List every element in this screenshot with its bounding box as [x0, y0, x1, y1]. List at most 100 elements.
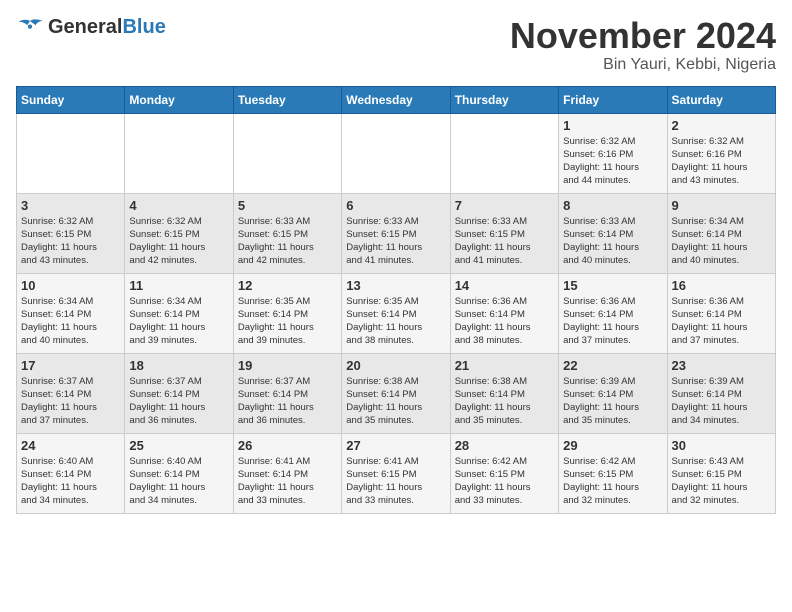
day-info: Sunrise: 6:33 AM Sunset: 6:14 PM Dayligh…	[563, 215, 662, 268]
calendar-cell: 6Sunrise: 6:33 AM Sunset: 6:15 PM Daylig…	[342, 193, 450, 273]
header-tuesday: Tuesday	[233, 86, 341, 113]
header-saturday: Saturday	[667, 86, 775, 113]
day-number: 9	[672, 198, 771, 213]
page-header: GeneralBlue November 2024 Bin Yauri, Keb…	[16, 16, 776, 74]
day-info: Sunrise: 6:32 AM Sunset: 6:16 PM Dayligh…	[672, 135, 771, 188]
day-info: Sunrise: 6:42 AM Sunset: 6:15 PM Dayligh…	[455, 455, 554, 508]
day-info: Sunrise: 6:38 AM Sunset: 6:14 PM Dayligh…	[346, 375, 445, 428]
day-number: 3	[21, 198, 120, 213]
calendar-cell: 12 Sunrise: 6:35 AM Sunset: 6:14 PM Dayli…	[233, 273, 341, 353]
day-number: 7	[455, 198, 554, 213]
day-info: Sunrise: 6:32 AM Sunset: 6:15 PM Dayligh…	[21, 215, 120, 268]
calendar-cell	[450, 113, 558, 193]
day-info: Sunrise: 6:37 AM Sunset: 6:14 PM Dayligh…	[21, 375, 120, 428]
calendar-cell: 14 Sunrise: 6:36 AM Sunset: 6:14 PM Dayli…	[450, 273, 558, 353]
calendar-cell	[125, 113, 233, 193]
day-number: 29	[563, 438, 662, 453]
calendar-cell: 10 Sunrise: 6:34 AM Sunset: 6:14 PM Dayli…	[17, 273, 125, 353]
calendar-cell: 23 Sunrise: 6:39 AM Sunset: 6:14 PM Dayli…	[667, 353, 775, 433]
logo-general: General	[48, 16, 122, 38]
page-subtitle: Bin Yauri, Kebbi, Nigeria	[510, 56, 776, 74]
calendar-cell: 16 Sunrise: 6:36 AM Sunset: 6:14 PM Dayli…	[667, 273, 775, 353]
day-number: 28	[455, 438, 554, 453]
day-number: 6	[346, 198, 445, 213]
day-info: Sunrise: 6:33 AM Sunset: 6:15 PM Dayligh…	[455, 215, 554, 268]
day-number: 21	[455, 358, 554, 373]
page-title: November 2024	[510, 16, 776, 56]
day-info: Sunrise: 6:40 AM Sunset: 6:14 PM Dayligh…	[21, 455, 120, 508]
day-info: Sunrise: 6:41 AM Sunset: 6:14 PM Dayligh…	[238, 455, 337, 508]
day-number: 10	[21, 278, 120, 293]
day-number: 17	[21, 358, 120, 373]
day-info: Sunrise: 6:35 AM Sunset: 6:14 PM Dayligh…	[346, 295, 445, 348]
calendar-cell: 28 Sunrise: 6:42 AM Sunset: 6:15 PM Dayli…	[450, 433, 558, 513]
day-info: Sunrise: 6:36 AM Sunset: 6:14 PM Dayligh…	[455, 295, 554, 348]
calendar-cell: 18 Sunrise: 6:37 AM Sunset: 6:14 PM Dayli…	[125, 353, 233, 433]
header-sunday: Sunday	[17, 86, 125, 113]
calendar-cell: 5 Sunrise: 6:33 AM Sunset: 6:15 PM Daylig…	[233, 193, 341, 273]
day-number: 4	[129, 198, 228, 213]
day-number: 22	[563, 358, 662, 373]
calendar-cell: 1Sunrise: 6:32 AM Sunset: 6:16 PM Daylig…	[559, 113, 667, 193]
day-info: Sunrise: 6:42 AM Sunset: 6:15 PM Dayligh…	[563, 455, 662, 508]
calendar-cell: 27 Sunrise: 6:41 AM Sunset: 6:15 PM Dayli…	[342, 433, 450, 513]
day-number: 11	[129, 278, 228, 293]
day-number: 13	[346, 278, 445, 293]
calendar-cell: 13 Sunrise: 6:35 AM Sunset: 6:14 PM Dayli…	[342, 273, 450, 353]
calendar-cell: 8 Sunrise: 6:33 AM Sunset: 6:14 PM Daylig…	[559, 193, 667, 273]
calendar-cell: 2Sunrise: 6:32 AM Sunset: 6:16 PM Daylig…	[667, 113, 775, 193]
day-info: Sunrise: 6:33 AM Sunset: 6:15 PM Dayligh…	[238, 215, 337, 268]
day-number: 27	[346, 438, 445, 453]
calendar-cell: 4 Sunrise: 6:32 AM Sunset: 6:15 PM Daylig…	[125, 193, 233, 273]
day-number: 18	[129, 358, 228, 373]
day-number: 24	[21, 438, 120, 453]
day-info: Sunrise: 6:40 AM Sunset: 6:14 PM Dayligh…	[129, 455, 228, 508]
day-info: Sunrise: 6:35 AM Sunset: 6:14 PM Dayligh…	[238, 295, 337, 348]
day-number: 19	[238, 358, 337, 373]
logo-icon	[16, 18, 44, 38]
calendar-header-row: SundayMondayTuesdayWednesdayThursdayFrid…	[17, 86, 776, 113]
calendar-week-row: 17 Sunrise: 6:37 AM Sunset: 6:14 PM Dayli…	[17, 353, 776, 433]
header-thursday: Thursday	[450, 86, 558, 113]
calendar-week-row: 3 Sunrise: 6:32 AM Sunset: 6:15 PM Daylig…	[17, 193, 776, 273]
day-number: 5	[238, 198, 337, 213]
calendar-cell: 17 Sunrise: 6:37 AM Sunset: 6:14 PM Dayli…	[17, 353, 125, 433]
day-info: Sunrise: 6:32 AM Sunset: 6:15 PM Dayligh…	[129, 215, 228, 268]
calendar-week-row: 10 Sunrise: 6:34 AM Sunset: 6:14 PM Dayli…	[17, 273, 776, 353]
day-info: Sunrise: 6:34 AM Sunset: 6:14 PM Dayligh…	[21, 295, 120, 348]
logo: GeneralBlue	[16, 16, 166, 39]
day-info: Sunrise: 6:36 AM Sunset: 6:14 PM Dayligh…	[672, 295, 771, 348]
day-info: Sunrise: 6:41 AM Sunset: 6:15 PM Dayligh…	[346, 455, 445, 508]
day-info: Sunrise: 6:39 AM Sunset: 6:14 PM Dayligh…	[563, 375, 662, 428]
day-info: Sunrise: 6:36 AM Sunset: 6:14 PM Dayligh…	[563, 295, 662, 348]
calendar-cell: 20 Sunrise: 6:38 AM Sunset: 6:14 PM Dayli…	[342, 353, 450, 433]
calendar-cell: 3 Sunrise: 6:32 AM Sunset: 6:15 PM Daylig…	[17, 193, 125, 273]
calendar-cell: 30Sunrise: 6:43 AM Sunset: 6:15 PM Dayli…	[667, 433, 775, 513]
calendar-cell: 26 Sunrise: 6:41 AM Sunset: 6:14 PM Dayli…	[233, 433, 341, 513]
day-number: 12	[238, 278, 337, 293]
day-number: 26	[238, 438, 337, 453]
calendar-cell: 15 Sunrise: 6:36 AM Sunset: 6:14 PM Dayli…	[559, 273, 667, 353]
calendar-cell: 19Sunrise: 6:37 AM Sunset: 6:14 PM Dayli…	[233, 353, 341, 433]
day-number: 8	[563, 198, 662, 213]
calendar-cell: 24 Sunrise: 6:40 AM Sunset: 6:14 PM Dayli…	[17, 433, 125, 513]
day-number: 16	[672, 278, 771, 293]
day-info: Sunrise: 6:38 AM Sunset: 6:14 PM Dayligh…	[455, 375, 554, 428]
day-number: 23	[672, 358, 771, 373]
day-number: 14	[455, 278, 554, 293]
day-number: 30	[672, 438, 771, 453]
calendar-week-row: 24 Sunrise: 6:40 AM Sunset: 6:14 PM Dayli…	[17, 433, 776, 513]
day-info: Sunrise: 6:34 AM Sunset: 6:14 PM Dayligh…	[129, 295, 228, 348]
day-info: Sunrise: 6:32 AM Sunset: 6:16 PM Dayligh…	[563, 135, 662, 188]
calendar-cell	[17, 113, 125, 193]
calendar-cell: 25Sunrise: 6:40 AM Sunset: 6:14 PM Dayli…	[125, 433, 233, 513]
calendar-week-row: 1Sunrise: 6:32 AM Sunset: 6:16 PM Daylig…	[17, 113, 776, 193]
day-info: Sunrise: 6:39 AM Sunset: 6:14 PM Dayligh…	[672, 375, 771, 428]
calendar-cell: 7 Sunrise: 6:33 AM Sunset: 6:15 PM Daylig…	[450, 193, 558, 273]
calendar-cell	[342, 113, 450, 193]
day-info: Sunrise: 6:37 AM Sunset: 6:14 PM Dayligh…	[129, 375, 228, 428]
day-number: 15	[563, 278, 662, 293]
day-number: 20	[346, 358, 445, 373]
header-wednesday: Wednesday	[342, 86, 450, 113]
calendar-cell: 9Sunrise: 6:34 AM Sunset: 6:14 PM Daylig…	[667, 193, 775, 273]
